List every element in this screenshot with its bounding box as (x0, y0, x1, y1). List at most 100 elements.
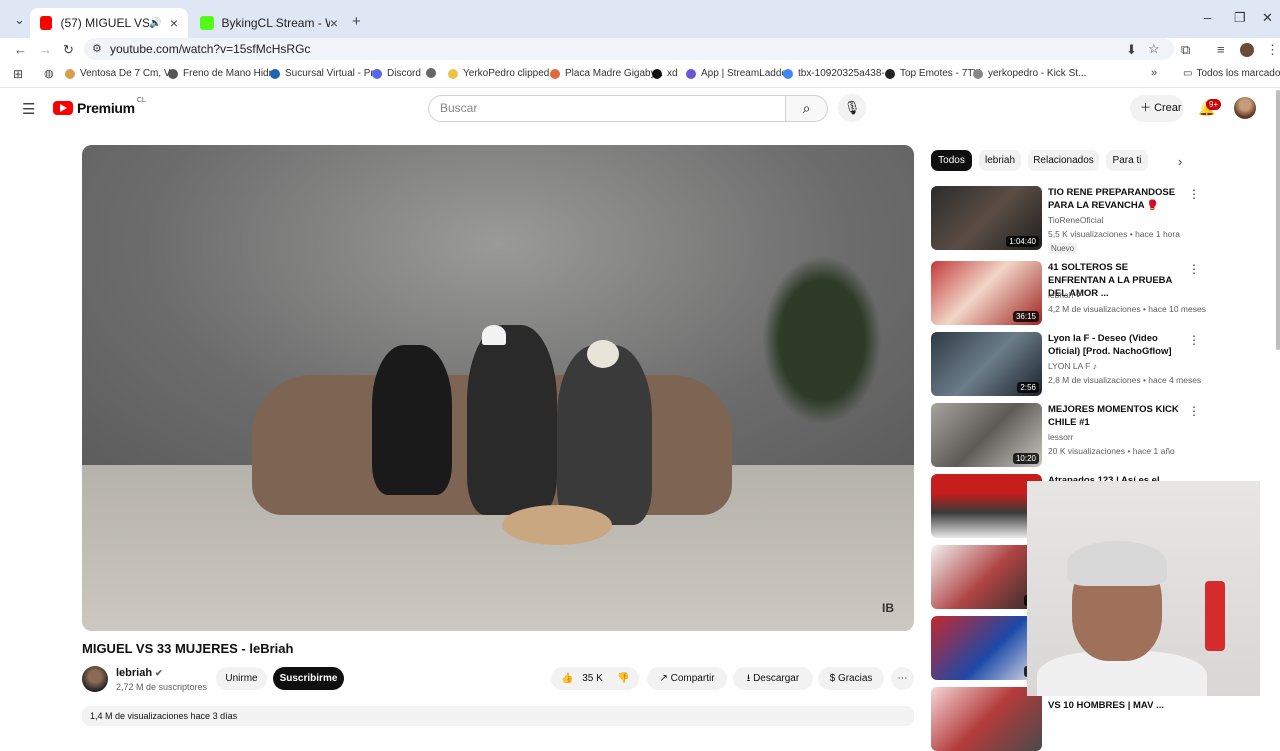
all-bookmarks-folder[interactable]: ▭Todos los marcadores (1183, 68, 1280, 79)
reload-icon[interactable]: ↻ (63, 42, 74, 58)
youtube-play-logo-icon (53, 101, 73, 115)
bookmark-item[interactable]: Freno de Mano Hidr... (168, 68, 280, 79)
bookmark-globe-icon[interactable] (426, 68, 441, 78)
download-button[interactable]: ⭳ Descargar (733, 667, 813, 690)
install-icon[interactable]: ⬇ (1126, 42, 1137, 58)
chip-related[interactable]: Relacionados (1028, 150, 1099, 171)
super-thanks-icon: $ (829, 673, 838, 684)
verified-icon: ♪ (1092, 361, 1097, 371)
bookmark-item[interactable]: xd (652, 68, 678, 79)
search-button[interactable]: ⌕ (786, 95, 828, 122)
back-icon[interactable]: ← (14, 42, 27, 57)
duration-badge: 1:04:40 (1006, 236, 1039, 247)
rec-channel[interactable]: TioReneOficial (1048, 215, 1103, 225)
profile-avatar[interactable] (1240, 43, 1254, 57)
rec-thumbnail[interactable]: 47 (931, 616, 1042, 680)
forward-icon[interactable]: → (39, 42, 52, 57)
page-scrollbar[interactable] (1276, 90, 1280, 350)
bookmark-item[interactable]: Ventosa De 7 Cm, V... (65, 68, 178, 79)
chip-all[interactable]: Todos (931, 150, 972, 171)
view-stats[interactable]: 1,4 M de visualizaciones hace 3 días (82, 706, 914, 726)
media-controls-icon[interactable]: ≡ (1217, 42, 1225, 57)
rec-menu-icon[interactable]: ⋮ (1188, 404, 1200, 418)
video-person-hood (587, 340, 619, 368)
rec-channel[interactable]: lebriah ✔ (1048, 290, 1083, 301)
rec-menu-icon[interactable]: ⋮ (1188, 187, 1200, 201)
site-info-icon[interactable]: ⚙ (92, 42, 102, 55)
rec-thumbnail[interactable] (931, 687, 1042, 751)
tab-kick[interactable]: BykingCL Stream - Watch Live o × (190, 8, 348, 38)
join-button[interactable]: Unirme (216, 667, 267, 690)
rec-thumbnail[interactable]: 1:04:40 (931, 186, 1042, 250)
share-icon: ↗ (659, 673, 671, 684)
microphone-icon: 🎙 (843, 100, 861, 115)
chip-for-you[interactable]: Para ti (1106, 150, 1148, 171)
logo-text: Premium (77, 100, 135, 116)
tab-youtube[interactable]: (57) MIGUEL VS 33 MUJERE 🔊 × (30, 8, 188, 38)
bookmark-item[interactable]: YerkoPedro clipped... (448, 68, 558, 79)
search-input[interactable]: Buscar (428, 95, 786, 122)
voice-search-button[interactable]: 🎙 (838, 94, 866, 122)
close-tab-icon[interactable]: × (330, 15, 338, 31)
more-horiz-icon: ⋯ (897, 673, 908, 684)
duration-badge: 10:20 (1012, 453, 1039, 464)
like-count: 35 K (582, 673, 603, 684)
rec-thumbnail[interactable]: 2:56 (931, 332, 1042, 396)
globe-icon[interactable]: ◍ (44, 67, 54, 80)
rec-channel[interactable]: lessorr (1048, 432, 1074, 442)
rec-channel[interactable]: LYON LA F ♪ (1048, 361, 1097, 371)
new-tab-button[interactable]: + (352, 13, 361, 30)
share-button[interactable]: ↗ Compartir (647, 667, 727, 690)
webcam-overlay (1027, 481, 1260, 696)
rec-thumbnail[interactable]: 36:15 (931, 261, 1042, 325)
channel-watermark-icon: IB (882, 601, 894, 615)
like-dislike-group[interactable]: 👍 35 K 👎 (551, 667, 639, 690)
tab-search-chevron-icon[interactable]: ⌄ (14, 12, 25, 28)
close-window-icon[interactable]: ✕ (1262, 10, 1273, 26)
bookmark-item[interactable]: App | StreamLadder (686, 68, 790, 79)
bookmark-item[interactable]: yerkopedro - Kick St... (973, 68, 1086, 79)
rec-title[interactable]: VS 10 HOMBRES | MAV ... (1048, 699, 1188, 712)
rec-thumbnail[interactable]: 10:20 (931, 403, 1042, 467)
rec-title[interactable]: MEJORES MOMENTOS KICK CHILE #1 (1048, 403, 1188, 429)
bookmark-item[interactable]: Top Emotes - 7TV (885, 68, 980, 79)
chips-next-icon[interactable]: › (1178, 154, 1182, 169)
minimize-icon[interactable]: – (1204, 10, 1211, 25)
rec-title[interactable]: TIO RENE PREPARANDOSE PARA LA REVANCHA 🥊 (1048, 186, 1188, 212)
bookmark-item[interactable]: Placa Madre Gigaby... (550, 68, 663, 79)
dislike-icon[interactable]: 👎 (617, 667, 629, 690)
youtube-premium-logo[interactable]: Premium CL (53, 97, 146, 116)
extensions-icon[interactable]: ⧉ (1181, 42, 1190, 58)
bookmark-star-icon[interactable]: ☆ (1148, 41, 1160, 57)
channel-avatar[interactable] (82, 666, 108, 692)
channel-name[interactable]: lebriah ✔ (116, 667, 163, 679)
menu-kebab-icon[interactable]: ⋮ (1266, 42, 1279, 58)
bookmark-item[interactable]: tbx-10920325a438-... (783, 68, 893, 79)
rec-menu-icon[interactable]: ⋮ (1188, 262, 1200, 276)
more-bookmarks-icon[interactable]: » (1151, 67, 1157, 79)
bookmark-item[interactable]: Discord (372, 68, 421, 79)
chip-channel[interactable]: lebriah (979, 150, 1021, 171)
hamburger-menu-icon[interactable]: ☰ (22, 100, 35, 118)
video-player[interactable]: IB (82, 145, 914, 631)
like-icon[interactable]: 👍 (561, 673, 573, 684)
rec-menu-icon[interactable]: ⋮ (1188, 333, 1200, 347)
rec-thumbnail[interactable]: 39 (931, 545, 1042, 609)
rec-thumbnail[interactable] (931, 474, 1042, 538)
rec-title[interactable]: Lyon la F - Deseo (Video Oficial) [Prod.… (1048, 332, 1188, 358)
create-button[interactable]: ＋ Crear (1130, 95, 1184, 122)
tab-title: (57) MIGUEL VS 33 MUJERE (60, 16, 150, 30)
thanks-button[interactable]: $ Gracias (818, 667, 884, 690)
subscribe-button[interactable]: Suscribirme (273, 667, 344, 690)
apps-grid-icon[interactable]: ⊞ (13, 67, 23, 81)
bookmark-item[interactable]: Sucursal Virtual - Pr... (270, 68, 382, 79)
video-title: MIGUEL VS 33 MUJERES - leBriah (82, 641, 294, 656)
url-text[interactable]: youtube.com/watch?v=15sfMcHsRGc (110, 42, 310, 56)
close-tab-icon[interactable]: × (170, 15, 178, 31)
search-icon: ⌕ (802, 100, 811, 116)
audio-playing-icon[interactable]: 🔊 (149, 18, 161, 29)
youtube-favicon-icon (40, 16, 53, 30)
account-avatar[interactable] (1234, 97, 1256, 119)
restore-icon[interactable]: ❐ (1234, 10, 1246, 26)
more-actions-button[interactable]: ⋯ (891, 667, 914, 690)
